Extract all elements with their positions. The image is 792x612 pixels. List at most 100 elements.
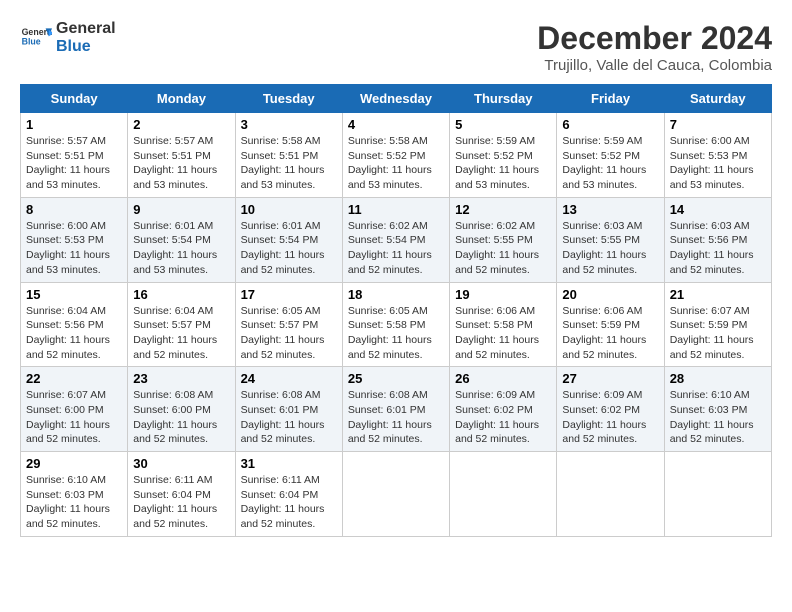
day-number: 23 (133, 371, 229, 386)
calendar-cell: 29 Sunrise: 6:10 AMSunset: 6:03 PMDaylig… (21, 452, 128, 537)
day-info: Sunrise: 6:06 AMSunset: 5:59 PMDaylight:… (562, 305, 646, 361)
day-info: Sunrise: 5:58 AMSunset: 5:52 PMDaylight:… (348, 135, 432, 191)
day-info: Sunrise: 6:07 AMSunset: 6:00 PMDaylight:… (26, 389, 110, 445)
calendar-cell: 3 Sunrise: 5:58 AMSunset: 5:51 PMDayligh… (235, 113, 342, 198)
calendar-cell: 2 Sunrise: 5:57 AMSunset: 5:51 PMDayligh… (128, 113, 235, 198)
day-info: Sunrise: 6:09 AMSunset: 6:02 PMDaylight:… (562, 389, 646, 445)
day-info: Sunrise: 6:11 AMSunset: 6:04 PMDaylight:… (133, 474, 217, 530)
day-info: Sunrise: 6:10 AMSunset: 6:03 PMDaylight:… (670, 389, 754, 445)
day-number: 26 (455, 371, 551, 386)
day-info: Sunrise: 6:03 AMSunset: 5:55 PMDaylight:… (562, 220, 646, 276)
logo-text: General Blue (56, 20, 116, 55)
calendar-cell: 18 Sunrise: 6:05 AMSunset: 5:58 PMDaylig… (342, 282, 449, 367)
day-number: 18 (348, 287, 444, 302)
day-number: 11 (348, 202, 444, 217)
day-number: 22 (26, 371, 122, 386)
day-info: Sunrise: 5:58 AMSunset: 5:51 PMDaylight:… (241, 135, 325, 191)
day-number: 25 (348, 371, 444, 386)
calendar-cell: 31 Sunrise: 6:11 AMSunset: 6:04 PMDaylig… (235, 452, 342, 537)
calendar-cell: 16 Sunrise: 6:04 AMSunset: 5:57 PMDaylig… (128, 282, 235, 367)
day-number: 1 (26, 117, 122, 132)
weekday-header-sunday: Sunday (21, 85, 128, 113)
calendar-cell: 23 Sunrise: 6:08 AMSunset: 6:00 PMDaylig… (128, 367, 235, 452)
day-info: Sunrise: 6:00 AMSunset: 5:53 PMDaylight:… (670, 135, 754, 191)
calendar-cell: 11 Sunrise: 6:02 AMSunset: 5:54 PMDaylig… (342, 197, 449, 282)
weekday-header-thursday: Thursday (450, 85, 557, 113)
calendar-cell: 25 Sunrise: 6:08 AMSunset: 6:01 PMDaylig… (342, 367, 449, 452)
title-area: December 2024 Trujillo, Valle del Cauca,… (537, 20, 772, 74)
day-info: Sunrise: 6:09 AMSunset: 6:02 PMDaylight:… (455, 389, 539, 445)
month-year-title: December 2024 (537, 20, 772, 57)
calendar-table: SundayMondayTuesdayWednesdayThursdayFrid… (20, 84, 772, 537)
calendar-cell: 22 Sunrise: 6:07 AMSunset: 6:00 PMDaylig… (21, 367, 128, 452)
calendar-cell: 4 Sunrise: 5:58 AMSunset: 5:52 PMDayligh… (342, 113, 449, 198)
calendar-cell: 26 Sunrise: 6:09 AMSunset: 6:02 PMDaylig… (450, 367, 557, 452)
day-number: 13 (562, 202, 658, 217)
day-number: 28 (670, 371, 766, 386)
calendar-cell (664, 452, 771, 537)
day-number: 7 (670, 117, 766, 132)
calendar-cell: 5 Sunrise: 5:59 AMSunset: 5:52 PMDayligh… (450, 113, 557, 198)
day-info: Sunrise: 6:04 AMSunset: 5:57 PMDaylight:… (133, 305, 217, 361)
day-number: 17 (241, 287, 337, 302)
day-number: 19 (455, 287, 551, 302)
day-info: Sunrise: 6:08 AMSunset: 6:01 PMDaylight:… (241, 389, 325, 445)
calendar-cell: 21 Sunrise: 6:07 AMSunset: 5:59 PMDaylig… (664, 282, 771, 367)
weekday-header-saturday: Saturday (664, 85, 771, 113)
calendar-cell (557, 452, 664, 537)
day-info: Sunrise: 6:06 AMSunset: 5:58 PMDaylight:… (455, 305, 539, 361)
weekday-header-wednesday: Wednesday (342, 85, 449, 113)
day-info: Sunrise: 6:08 AMSunset: 6:00 PMDaylight:… (133, 389, 217, 445)
page-header: General Blue General Blue December 2024 … (20, 20, 772, 74)
logo-general: General (56, 20, 116, 37)
calendar-cell: 7 Sunrise: 6:00 AMSunset: 5:53 PMDayligh… (664, 113, 771, 198)
logo: General Blue General Blue (20, 20, 116, 55)
day-info: Sunrise: 6:05 AMSunset: 5:57 PMDaylight:… (241, 305, 325, 361)
calendar-cell: 15 Sunrise: 6:04 AMSunset: 5:56 PMDaylig… (21, 282, 128, 367)
calendar-cell: 20 Sunrise: 6:06 AMSunset: 5:59 PMDaylig… (557, 282, 664, 367)
day-info: Sunrise: 6:07 AMSunset: 5:59 PMDaylight:… (670, 305, 754, 361)
calendar-week-row: 22 Sunrise: 6:07 AMSunset: 6:00 PMDaylig… (21, 367, 772, 452)
calendar-cell: 17 Sunrise: 6:05 AMSunset: 5:57 PMDaylig… (235, 282, 342, 367)
day-info: Sunrise: 6:00 AMSunset: 5:53 PMDaylight:… (26, 220, 110, 276)
calendar-cell (342, 452, 449, 537)
day-number: 5 (455, 117, 551, 132)
day-info: Sunrise: 5:59 AMSunset: 5:52 PMDaylight:… (562, 135, 646, 191)
day-info: Sunrise: 6:03 AMSunset: 5:56 PMDaylight:… (670, 220, 754, 276)
day-number: 6 (562, 117, 658, 132)
day-number: 15 (26, 287, 122, 302)
day-info: Sunrise: 5:59 AMSunset: 5:52 PMDaylight:… (455, 135, 539, 191)
day-info: Sunrise: 6:02 AMSunset: 5:54 PMDaylight:… (348, 220, 432, 276)
calendar-cell (450, 452, 557, 537)
day-info: Sunrise: 6:08 AMSunset: 6:01 PMDaylight:… (348, 389, 432, 445)
day-number: 10 (241, 202, 337, 217)
day-number: 12 (455, 202, 551, 217)
weekday-header-tuesday: Tuesday (235, 85, 342, 113)
svg-text:Blue: Blue (22, 36, 41, 46)
weekday-header-friday: Friday (557, 85, 664, 113)
calendar-week-row: 8 Sunrise: 6:00 AMSunset: 5:53 PMDayligh… (21, 197, 772, 282)
calendar-cell: 13 Sunrise: 6:03 AMSunset: 5:55 PMDaylig… (557, 197, 664, 282)
day-number: 14 (670, 202, 766, 217)
logo-blue: Blue (56, 38, 91, 55)
calendar-cell: 6 Sunrise: 5:59 AMSunset: 5:52 PMDayligh… (557, 113, 664, 198)
day-info: Sunrise: 6:05 AMSunset: 5:58 PMDaylight:… (348, 305, 432, 361)
day-number: 27 (562, 371, 658, 386)
day-number: 2 (133, 117, 229, 132)
logo-icon: General Blue (20, 22, 52, 54)
day-number: 20 (562, 287, 658, 302)
calendar-cell: 30 Sunrise: 6:11 AMSunset: 6:04 PMDaylig… (128, 452, 235, 537)
calendar-week-row: 29 Sunrise: 6:10 AMSunset: 6:03 PMDaylig… (21, 452, 772, 537)
calendar-cell: 24 Sunrise: 6:08 AMSunset: 6:01 PMDaylig… (235, 367, 342, 452)
day-number: 16 (133, 287, 229, 302)
day-info: Sunrise: 6:01 AMSunset: 5:54 PMDaylight:… (133, 220, 217, 276)
calendar-cell: 10 Sunrise: 6:01 AMSunset: 5:54 PMDaylig… (235, 197, 342, 282)
weekday-header-monday: Monday (128, 85, 235, 113)
day-number: 30 (133, 456, 229, 471)
calendar-week-row: 1 Sunrise: 5:57 AMSunset: 5:51 PMDayligh… (21, 113, 772, 198)
calendar-cell: 9 Sunrise: 6:01 AMSunset: 5:54 PMDayligh… (128, 197, 235, 282)
day-number: 29 (26, 456, 122, 471)
day-info: Sunrise: 6:01 AMSunset: 5:54 PMDaylight:… (241, 220, 325, 276)
day-number: 9 (133, 202, 229, 217)
day-number: 3 (241, 117, 337, 132)
